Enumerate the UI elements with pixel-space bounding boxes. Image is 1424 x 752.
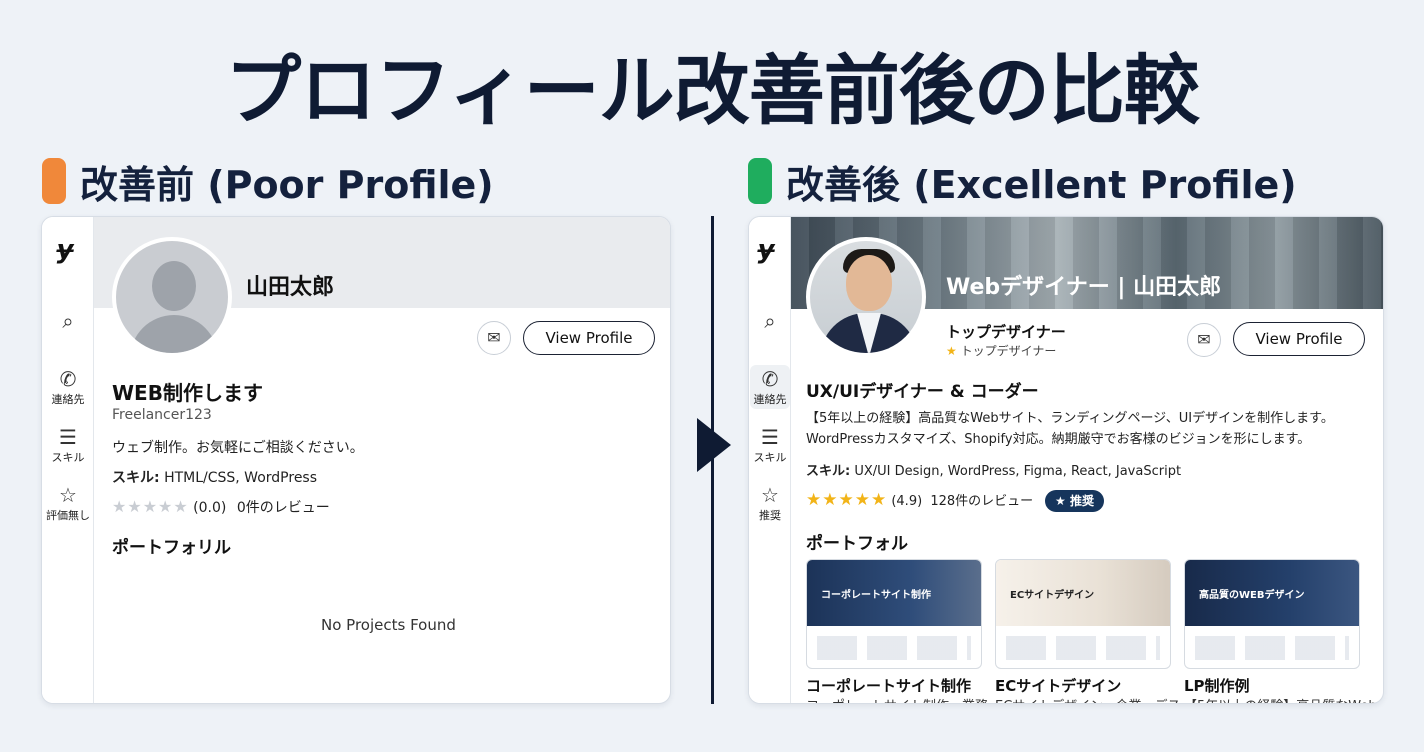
upwork-logo-icon[interactable]: ɏ	[757, 235, 774, 265]
portfolio-heading: ポートフォル	[806, 534, 908, 554]
sidebar-item-label: 推奨	[759, 509, 781, 522]
arrow-right-icon	[697, 418, 731, 472]
skills-label: スキル:	[112, 470, 160, 486]
before-profile-panel: ɏ ⌕ ✆ 連絡先 ☰ スキル ☆ 評価無し 山田太郎 ✉ View Profi…	[41, 216, 671, 704]
page-title: プロフィール改善前後の比較	[225, 46, 1199, 135]
portfolio-card[interactable]: ECサイトデザイン	[995, 559, 1171, 669]
card-title[interactable]: コーポレートサイト制作	[806, 675, 971, 696]
recommended-label: 推奨	[1069, 494, 1094, 508]
card-hero-text: ECサイトデザイン	[1010, 590, 1095, 601]
profile-username: Freelancer123	[112, 407, 212, 423]
top-designer-badge: ★ トップデザイナー	[946, 342, 1056, 359]
sidebar-item-label: 評価無し	[46, 509, 90, 522]
search-icon: ⌕	[62, 309, 74, 333]
card-hero-text: 高品質のWEBデザイン	[1199, 590, 1305, 601]
search-icon: ⌕	[764, 309, 776, 333]
banner-title: Webデザイナー | 山田太郎	[946, 275, 1222, 300]
sidebar-rail: ɏ ⌕ ✆ 連絡先 ☰ スキル ☆ 評価無し	[42, 217, 94, 703]
sidebar-item-label: 連絡先	[51, 393, 85, 406]
star-icon: ★	[1055, 494, 1066, 508]
before-heading: 改善前 (Poor Profile)	[42, 156, 494, 207]
skills-value: HTML/CSS, WordPress	[164, 470, 318, 486]
sidebar-rail: ɏ ⌕ ✆ 連絡先 ☰ スキル ☆ 推奨	[749, 217, 791, 703]
sidebar-item-skills[interactable]: ☰ スキル	[749, 425, 791, 465]
profile-bio-line-1: 【5年以上の経験】高品質なWebサイト、ランディングページ、UIデザインを制作し…	[806, 411, 1334, 426]
card-title[interactable]: ECサイトデザイン	[995, 675, 1121, 696]
empty-portfolio-text: No Projects Found	[321, 616, 456, 634]
rating-row: ★★★★★ (0.0) 0件のレビュー	[112, 497, 330, 517]
sidebar-item-contacts[interactable]: ✆ 連絡先	[42, 367, 94, 407]
sidebar-item-label: スキル	[753, 451, 787, 464]
skills-value: UX/UI Design, WordPress, Figma, React, J…	[854, 464, 1182, 479]
card-subtitle: ECサイトデザイン。企業・デス	[995, 695, 1181, 703]
phone-icon: ✆	[59, 367, 77, 391]
profile-role: トップデザイナー	[946, 323, 1066, 341]
phone-icon: ✆	[761, 367, 779, 391]
review-count: 0件のレビュー	[236, 500, 330, 516]
card-subtitle: 【5年以上の経験】高品質なWeb	[1184, 695, 1377, 703]
portfolio-heading: ポートフォリル	[112, 538, 231, 558]
sliders-icon: ☰	[59, 425, 77, 449]
badge-label: トップデザイナー	[960, 344, 1057, 358]
mail-icon: ✉	[487, 328, 501, 347]
view-profile-button[interactable]: View Profile	[1233, 322, 1365, 356]
profile-headline: UX/UIデザイナー & コーダー	[806, 382, 1039, 402]
orange-marker	[42, 158, 66, 204]
default-avatar	[112, 237, 232, 357]
sidebar-item-search[interactable]: ⌕	[42, 309, 94, 333]
profile-photo-avatar	[806, 237, 926, 357]
after-heading-label: 改善後 (Excellent Profile)	[786, 162, 1297, 207]
profile-headline: WEB制作します	[112, 381, 263, 405]
sidebar-item-reviews[interactable]: ☆ 評価無し	[42, 483, 94, 523]
sidebar-item-recommended[interactable]: ☆ 推奨	[749, 483, 791, 523]
profile-skills: スキル: HTML/CSS, WordPress	[112, 467, 317, 487]
card-title[interactable]: LP制作例	[1184, 675, 1250, 696]
sidebar-item-contacts[interactable]: ✆ 連絡先	[750, 365, 790, 409]
sidebar-item-label: 連絡先	[753, 393, 787, 406]
upwork-logo-icon[interactable]: ɏ	[56, 235, 73, 265]
before-heading-label: 改善前 (Poor Profile)	[80, 162, 494, 207]
rating-row: ★★★★★ (4.9) 128件のレビュー	[806, 490, 1033, 510]
mail-icon: ✉	[1197, 330, 1211, 349]
after-heading: 改善後 (Excellent Profile)	[748, 156, 1297, 207]
view-profile-button[interactable]: View Profile	[523, 321, 655, 355]
message-button[interactable]: ✉	[1187, 323, 1221, 357]
after-profile-panel: ɏ ⌕ ✆ 連絡先 ☰ スキル ☆ 推奨 Webデザイナー | 山田太郎 トップ…	[748, 216, 1384, 704]
portfolio-card[interactable]: コーポレートサイト制作	[806, 559, 982, 669]
star-outline-icon: ☆	[59, 483, 77, 507]
star-outline-icon: ☆	[761, 483, 779, 507]
sidebar-item-search[interactable]: ⌕	[749, 309, 791, 333]
message-button[interactable]: ✉	[477, 321, 511, 355]
profile-name: 山田太郎	[246, 275, 335, 300]
sidebar-item-skills[interactable]: ☰ スキル	[42, 425, 94, 465]
rating-stars: ★★★★★	[112, 497, 189, 516]
star-icon: ★	[946, 344, 957, 358]
profile-bio: ウェブ制作。お気軽にご相談ください。	[112, 440, 364, 456]
recommended-badge: ★ 推奨	[1045, 490, 1104, 512]
portfolio-card[interactable]: 高品質のWEBデザイン	[1184, 559, 1360, 669]
rating-value: (4.9)	[891, 494, 923, 509]
profile-skills: スキル: UX/UI Design, WordPress, Figma, Rea…	[806, 460, 1181, 479]
profile-bio-line-2: WordPressカスタマイズ、Shopify対応。納期厳守でお客様のビジョンを…	[806, 432, 1311, 447]
rating-stars: ★★★★★	[806, 490, 888, 510]
green-marker	[748, 158, 772, 204]
card-subtitle: コーポレートサイト制作。業務	[806, 695, 988, 703]
sidebar-item-label: スキル	[51, 451, 85, 464]
sliders-icon: ☰	[761, 425, 779, 449]
card-hero-text: コーポレートサイト制作	[821, 590, 931, 601]
rating-value: (0.0)	[193, 500, 227, 516]
review-count: 128件のレビュー	[930, 494, 1034, 509]
skills-label: スキル:	[806, 464, 851, 479]
